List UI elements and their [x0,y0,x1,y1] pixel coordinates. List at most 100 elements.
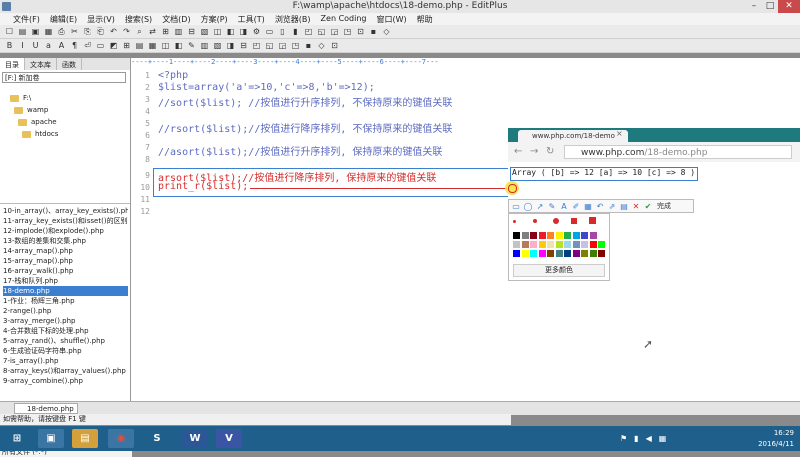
size-small[interactable] [513,220,516,223]
html-toolbar-button-13-icon[interactable]: ◫ [160,40,171,51]
color-swatch[interactable] [598,250,605,257]
toolbar-button-22-icon[interactable]: ▯ [277,26,288,37]
color-swatch[interactable] [513,250,520,257]
html-toolbar-button-8-icon[interactable]: ▭ [95,40,106,51]
color-swatch[interactable] [564,250,571,257]
color-swatch[interactable] [555,250,563,257]
toolbar-button-23-icon[interactable]: ▮ [290,26,301,37]
color-swatch[interactable] [555,232,563,239]
file-item[interactable]: 16-array_walk().php [3,266,128,276]
menu-document[interactable]: 文档(D) [157,13,195,25]
color-swatch[interactable] [581,250,588,257]
toolbar-button-20-icon[interactable]: ⚙ [251,26,262,37]
file-item[interactable]: 8-array_keys()和array_values().php [3,366,128,376]
taskbar-app-visio[interactable]: V [216,429,242,448]
browser-tab[interactable]: www.php.com/18-demo [518,130,628,142]
html-toolbar-button-23-icon[interactable]: ◳ [290,40,301,51]
toolbar-button-15-icon[interactable]: ⊟ [186,26,197,37]
html-toolbar-button-6-icon[interactable]: ¶ [69,40,80,51]
toolbar-button-7-icon[interactable]: ⎘ [82,26,93,37]
menu-help[interactable]: 帮助 [412,13,438,25]
html-toolbar-button-4-icon[interactable]: a [43,40,54,51]
color-swatch[interactable] [598,232,605,239]
start-button[interactable]: ⊞ [4,429,30,448]
html-toolbar-button-11-icon[interactable]: ▤ [134,40,145,51]
toolbar-button-19-icon[interactable]: ◨ [238,26,249,37]
html-toolbar-button-3-icon[interactable]: U [30,40,41,51]
toolbar-button-14-icon[interactable]: ▥ [173,26,184,37]
html-toolbar-button-10-icon[interactable]: ⊞ [121,40,132,51]
file-item[interactable]: 15-array_map().php [3,256,128,266]
color-swatch[interactable] [589,241,597,248]
close-button[interactable]: ✕ [778,0,800,13]
color-swatch[interactable] [530,241,537,248]
marker-tool-icon[interactable]: ✐ [571,201,581,211]
dir-item[interactable]: htdocs [22,130,58,138]
dir-item[interactable]: F:\ [10,94,31,102]
size-large[interactable] [553,218,559,224]
html-toolbar-button-25-icon[interactable]: ◇ [316,40,327,51]
file-item[interactable]: 5-array_rand()、shuffle().php [3,336,128,346]
keyboard-icon[interactable]: ▦ [659,434,667,443]
file-item[interactable]: 2-range().php [3,306,128,316]
html-toolbar-button-22-icon[interactable]: ◲ [277,40,288,51]
flag-icon[interactable]: ⚑ [620,434,627,443]
toolbar-button-30-icon[interactable]: ◇ [381,26,392,37]
done-check-icon[interactable]: ✔ [643,201,653,211]
toolbar-button-9-icon[interactable]: ↶ [108,26,119,37]
toolbar-button-13-icon[interactable]: ⊞ [160,26,171,37]
html-toolbar-button-15-icon[interactable]: ✎ [186,40,197,51]
toolbar-button-5-icon[interactable]: ⎙ [56,26,67,37]
toolbar-button-28-icon[interactable]: ⊡ [355,26,366,37]
color-swatch[interactable] [564,232,571,239]
color-swatch[interactable] [521,250,529,257]
color-swatch[interactable] [538,250,546,257]
taskbar-app-chrome[interactable]: ◉ [108,429,134,448]
undo-icon[interactable]: ↶ [595,201,605,211]
ellipse-tool-icon[interactable]: ◯ [523,201,533,211]
cancel-icon[interactable]: ✕ [631,201,641,211]
html-toolbar-button-14-icon[interactable]: ◧ [173,40,184,51]
menu-window[interactable]: 窗口(W) [372,13,412,25]
file-item[interactable]: 7-is_array().php [3,356,128,366]
html-toolbar-button-17-icon[interactable]: ▧ [212,40,223,51]
menu-file[interactable]: 文件(F) [8,13,45,25]
color-swatch[interactable] [598,241,605,248]
file-item[interactable]: 3-array_merge().php [3,316,128,326]
color-swatch[interactable] [530,250,537,257]
maximize-button[interactable]: □ [762,0,778,13]
dir-item[interactable]: apache [18,118,57,126]
toolbar-button-17-icon[interactable]: ◫ [212,26,223,37]
toolbar-button-1-icon[interactable]: ☐ [4,26,15,37]
address-bar[interactable]: www.php.com/18-demo.php [564,145,792,159]
html-toolbar-button-21-icon[interactable]: ◱ [264,40,275,51]
color-swatch[interactable] [521,232,529,239]
menu-tools[interactable]: 工具(T) [233,13,270,25]
menu-view[interactable]: 显示(V) [82,13,120,25]
reload-icon[interactable]: ↻ [546,146,554,157]
taskbar-app-word[interactable]: W [182,429,208,448]
html-toolbar-button-9-icon[interactable]: ◩ [108,40,119,51]
network-icon[interactable]: ▮ [634,434,638,443]
toolbar-button-29-icon[interactable]: ▪ [368,26,379,37]
toolbar-button-8-icon[interactable]: ⎗ [95,26,106,37]
color-swatch[interactable] [538,241,546,248]
toolbar-button-2-icon[interactable]: ▤ [17,26,28,37]
color-swatch[interactable] [547,241,554,248]
color-swatch[interactable] [581,241,588,248]
file-item-selected[interactable]: 18-demo.php [3,286,128,296]
tab-directory[interactable]: 目录 [0,58,25,70]
file-item[interactable]: 14-array_map().php [3,246,128,256]
menu-zen-coding[interactable]: Zen Coding [316,13,372,25]
done-button[interactable]: 完成 [657,201,671,211]
color-swatch[interactable] [513,241,520,248]
arrow-tool-icon[interactable]: ↗ [535,201,545,211]
html-toolbar-button-24-icon[interactable]: ▪ [303,40,314,51]
file-item[interactable]: 12-implode()和explode().php [3,226,128,236]
drive-select[interactable]: [F:] 新加卷 [2,72,126,83]
toolbar-button-27-icon[interactable]: ◳ [342,26,353,37]
toolbar-button-18-icon[interactable]: ◧ [225,26,236,37]
toolbar-button-12-icon[interactable]: ⇄ [147,26,158,37]
file-item[interactable]: 1-作业：杨辉三角.php [3,296,128,306]
document-tab[interactable]: 18-demo.php [14,403,78,414]
